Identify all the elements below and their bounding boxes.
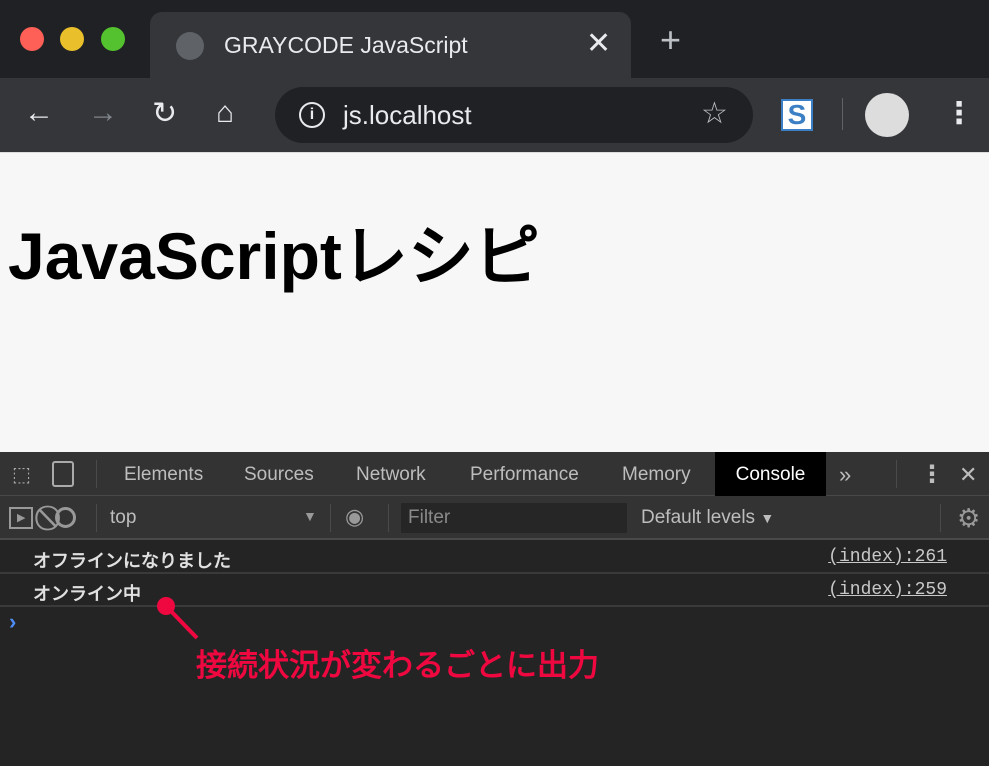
annotation-line — [164, 604, 199, 640]
annotation-text: 接続状況が変わるごとに出力 — [196, 648, 599, 683]
